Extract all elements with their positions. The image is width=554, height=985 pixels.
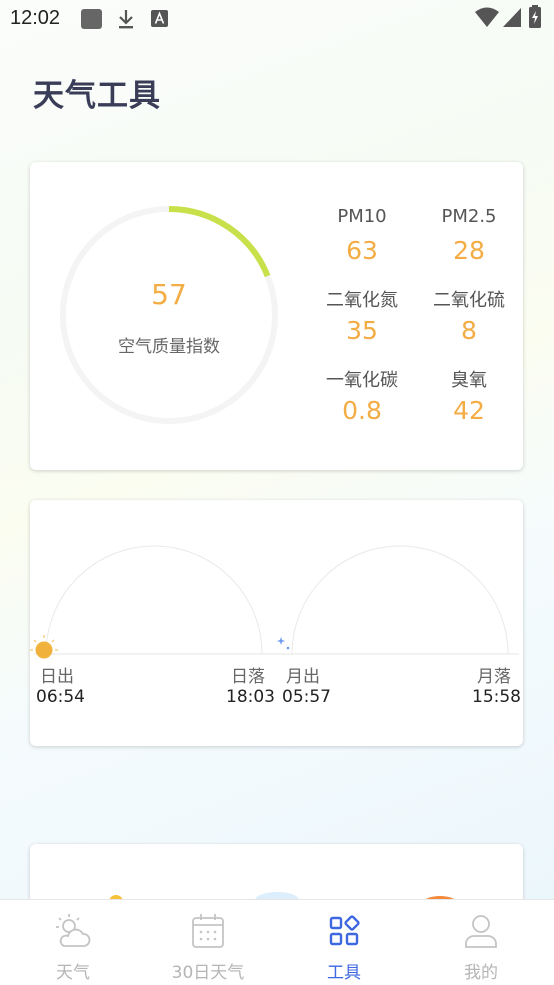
wifi-icon <box>475 7 499 27</box>
moonrise-time: 05:57 <box>282 687 331 707</box>
moonrise-label: 月出 <box>286 667 320 687</box>
status-time: 12:02 <box>10 7 61 29</box>
notification-app-icon <box>81 9 102 29</box>
metric-no2-name: 二氧化氮 <box>326 290 398 311</box>
metric-o3-value: 42 <box>453 396 485 425</box>
bottom-tab-bar: 天气 30日天气 工具 我的 <box>0 899 554 985</box>
metric-co-value: 0.8 <box>342 396 382 425</box>
aqi-gauge-progress <box>168 206 271 278</box>
metric-so2-value: 8 <box>461 316 477 345</box>
metric-no2-value: 35 <box>346 316 378 345</box>
tab-tools-label: 工具 <box>327 963 361 983</box>
sun-moon-arcs <box>30 545 519 661</box>
tab-tools[interactable]: 工具 <box>275 900 413 985</box>
aqi-value: 57 <box>151 278 187 311</box>
cell-signal-icon <box>503 8 521 27</box>
tab-mine-label: 我的 <box>464 963 498 983</box>
sun-moon-card: 日出 06:54 日落 18:03 月出 05:57 月落 15:58 <box>30 500 523 746</box>
user-icon <box>465 915 497 948</box>
tab-30-day-label: 30日天气 <box>171 963 245 983</box>
moon-arc <box>291 545 509 655</box>
aqi-gauge <box>60 206 278 424</box>
moonset-time: 15:58 <box>472 687 521 707</box>
metric-pm10-name: PM10 <box>337 206 387 227</box>
metric-pm25-value: 28 <box>453 236 485 265</box>
sunrise-time: 06:54 <box>36 687 85 707</box>
metric-co-name: 一氧化碳 <box>326 370 398 391</box>
sun-arc <box>45 545 263 655</box>
tab-weather[interactable]: 天气 <box>4 900 142 985</box>
moon-icon <box>277 637 303 661</box>
page-title: 天气工具 <box>33 78 161 114</box>
moonset-label: 月落 <box>477 667 511 687</box>
sunrise-label: 日出 <box>40 667 74 687</box>
tab-weather-label: 天气 <box>56 963 90 983</box>
sun-icon <box>30 635 58 659</box>
battery-icon <box>529 5 541 28</box>
tab-30-day[interactable]: 30日天气 <box>139 900 277 985</box>
sunset-time: 18:03 <box>226 687 275 707</box>
metric-pm25-name: PM2.5 <box>441 206 497 227</box>
calendar-icon <box>192 914 224 948</box>
tab-mine[interactable]: 我的 <box>412 900 550 985</box>
status-bar: 12:02 <box>0 0 554 38</box>
metric-so2-name: 二氧化硫 <box>433 290 505 311</box>
metric-pm10-value: 63 <box>346 236 378 265</box>
air-quality-card: 57 空气质量指数 PM10 63 PM2.5 28 二氧化氮 35 二氧化硫 … <box>30 162 523 470</box>
weather-icon <box>56 914 91 947</box>
tools-grid-icon <box>329 915 360 946</box>
sunset-label: 日落 <box>231 667 265 687</box>
font-a-icon <box>151 10 168 27</box>
metric-o3-name: 臭氧 <box>451 370 487 391</box>
download-icon <box>119 10 133 29</box>
aqi-label: 空气质量指数 <box>118 337 220 357</box>
